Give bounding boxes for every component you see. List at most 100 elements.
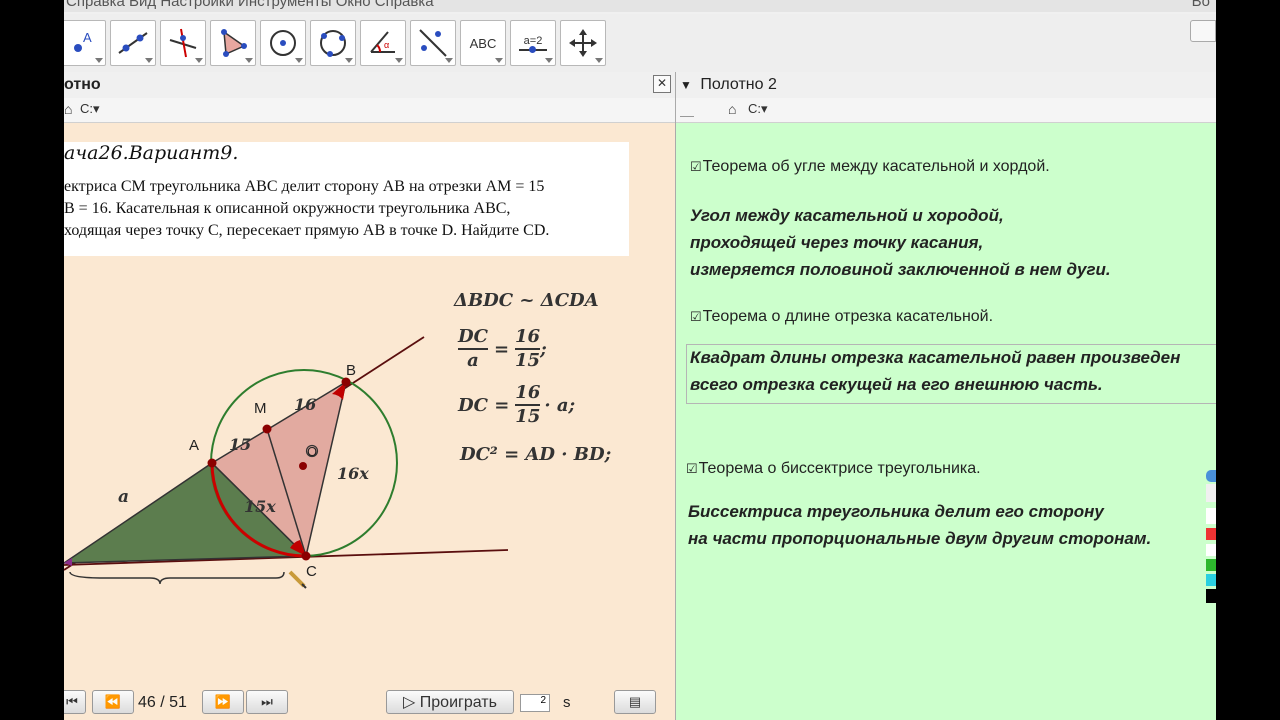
formula-similarity: ΔBDC ~ ΔCDA [454,290,599,311]
view-2-title: Полотно 2 [700,76,777,93]
palette-swatch[interactable] [1206,508,1216,524]
reflect-tool-button[interactable] [410,20,456,66]
statement-line: Угол между касательной и хородой, [690,206,1004,225]
perpendicular-tool-button[interactable] [160,20,206,66]
color-palette[interactable] [1206,470,1216,640]
point-center[interactable] [299,462,307,470]
toggle-panel-button[interactable]: ▤ [614,690,656,714]
view-menu-icon[interactable]: C:▾ [748,101,768,117]
ratio-denominator: a [458,348,488,372]
point-tool-icon: A [74,30,92,52]
equals-sign: = [493,338,510,360]
circle-three-points-tool-button[interactable] [310,20,356,66]
theorem-2-title[interactable]: ☑Теорема о длине отрезка касательной. [690,308,993,326]
theorem-3-title[interactable]: ☑Теорема о биссектрисе треугольника. [686,460,981,478]
polygon-tool-button[interactable] [210,20,256,66]
formula-block: ΔBDC ~ ΔCDA DC a = 16 15 ; DC = 16 15 · … [454,290,611,465]
graphics-view-2[interactable]: ▼ Полотно 2 ⌂ C:▾ ☑Теорема об угле между… [676,72,1216,720]
circle-center-tool-button[interactable] [260,20,306,66]
next-step-button[interactable]: ⏩ [202,690,244,714]
brace [69,571,285,585]
problem-title: ача26.Вариант9. [64,142,239,164]
geogebra-window: Справка Вид Настройки Инструменты Окно С… [64,0,1216,720]
formula-dc-squared: DC² = AD · BD; [460,444,612,465]
statement-line: на части пропорциональные двум другим ст… [688,529,1152,548]
polygon-tool-icon [221,29,247,57]
checkbox-icon[interactable]: ☑ [690,309,702,324]
angle-tool-button[interactable]: α [360,20,406,66]
view-1-titlebar: отно ✕ [64,72,675,99]
perpendicular-tool-icon [169,28,197,58]
menu-bar[interactable]: Справка Вид Настройки Инструменты Окно С… [64,0,1216,12]
label-b: B [346,362,356,379]
line-tool-button[interactable] [110,20,156,66]
speed-unit: s [563,694,571,711]
ratio-numerator: DC [458,326,488,347]
problem-line: ектриса CM треугольника ABC делит сторон… [64,178,545,195]
statement-line: проходящей через точку касания, [690,233,984,252]
fraction-numerator: 16 [515,382,541,403]
view-1-style-bar: ⌂ C:▾ [64,98,675,123]
first-step-button[interactable]: ⏮ [64,690,86,714]
swatch-white[interactable] [1206,544,1216,556]
point-a[interactable] [207,458,217,468]
play-button[interactable]: ▷ Проиграть [386,690,514,714]
pen-icon[interactable] [1206,470,1216,482]
move-view-tool-icon [569,29,597,57]
problem-text: ектриса CM треугольника ABC делит сторон… [64,176,612,242]
label-c: C [306,563,317,580]
svg-text:α: α [384,40,389,50]
text-tool-icon: ABC [469,35,497,51]
formula-ratio: DC a = 16 15 ; [458,326,547,372]
point-tool-button[interactable]: A [64,20,106,66]
problem-line: ходящая через точку C, пересекает прямую… [64,222,550,239]
last-step-button[interactable]: ⏭ [246,690,288,714]
text-tool-button[interactable]: ABC [460,20,506,66]
pencil-cursor-icon [288,570,307,589]
erase-icon[interactable] [1206,528,1216,540]
prev-step-button[interactable]: ⏪ [92,690,134,714]
swatch-black[interactable] [1206,589,1216,603]
speed-input[interactable]: 2 [520,694,550,712]
checkbox-icon[interactable]: ☑ [690,159,702,174]
collapse-icon[interactable]: ▼ [680,78,692,92]
slider-tool-icon: a=2 [519,35,547,53]
menu-right-text[interactable]: Во [1192,0,1210,12]
move-view-tool-button[interactable] [560,20,606,66]
statement-line: Квадрат длины отрезка касательной равен … [690,348,1181,367]
step-counter: 46 / 51 [138,694,187,711]
checkbox-icon[interactable]: ☑ [686,461,698,476]
point-m[interactable] [262,424,272,434]
theorem-1-title[interactable]: ☑Теорема об угле между касательной и хор… [690,158,1050,176]
swatch-green[interactable] [1206,559,1216,571]
formula-dc: DC = 16 15 · a; [458,382,575,428]
fraction-denominator: 15 [515,348,541,371]
axes-icon[interactable] [680,102,694,117]
palette-swatch[interactable] [1206,484,1216,502]
home-icon[interactable]: ⌂ [64,101,72,117]
close-icon[interactable]: ✕ [653,75,671,93]
statement-line: измеряется половиной заключенной в нем д… [690,260,1111,279]
statement-line: Биссектриса треугольника делит его сторо… [688,502,1104,521]
view-2-style-bar: ⌂ C:▾ [676,98,1216,123]
times-a: · a; [544,394,576,416]
label-o: O [307,444,317,459]
menu-items[interactable]: Справка Вид Настройки Инструменты Окно С… [66,0,434,10]
swatch-cyan[interactable] [1206,574,1216,586]
point-c[interactable] [301,551,311,561]
circle-three-points-tool-icon [320,30,346,57]
label-m: M [254,400,267,417]
label-15x: 15x [244,497,276,516]
circle-center-tool-icon [270,30,296,56]
view-menu-icon[interactable]: C:▾ [80,101,100,117]
label-15: 15 [229,435,251,454]
reflect-tool-icon [419,29,447,57]
geometry-drawing[interactable]: B M A C O 15 16 16x 15x a [64,260,675,600]
undo-button[interactable] [1190,20,1216,42]
angle-tool-icon: α [370,31,395,53]
toolbar: A α ABC a=2 [64,14,1216,73]
theorem-1-statement: Угол между касательной и хородой, проход… [690,202,1111,283]
slider-tool-button[interactable]: a=2 [510,20,556,66]
theorem-3-label: Теорема о биссектрисе треугольника. [698,460,981,477]
home-icon[interactable]: ⌂ [728,101,736,117]
